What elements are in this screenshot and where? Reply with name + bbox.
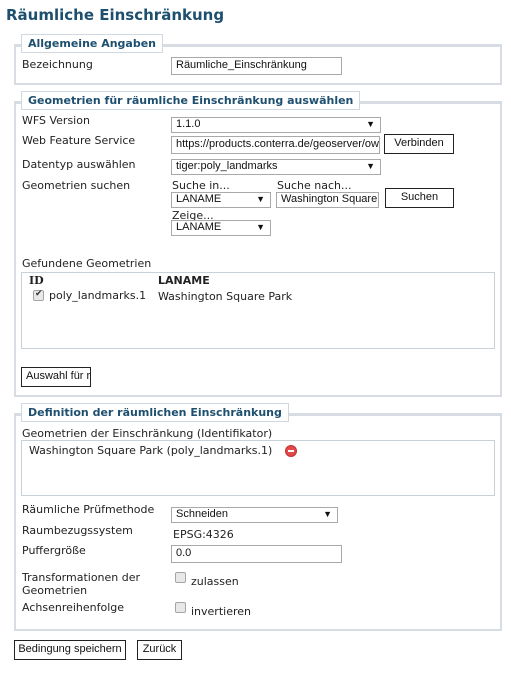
page-title: Räumliche Einschränkung [6,6,225,24]
column-header-laname: LANAME [158,274,210,287]
row-id: poly_landmarks.1 [49,289,147,302]
chevron-down-icon: ▼ [323,509,332,519]
search-button[interactable]: Suchen [385,188,454,208]
wfs-version-value: 1.1.0 [176,118,201,130]
found-label: Gefundene Geometrien [22,257,152,270]
method-label: Räumliche Prüfmethode [22,503,155,516]
show-value: LANAME [176,221,222,233]
definition-legend: Definition der räumlichen Einschränkung [21,403,289,422]
crs-value: EPSG:4326 [173,528,234,541]
transform-label-line2: Geometrien [22,584,88,597]
search-label: Geometrien suchen [22,179,131,192]
axis-checkbox[interactable] [175,602,186,613]
search-in-value: LANAME [176,193,222,205]
row-laname: Washington Square Park [158,290,293,303]
buffer-input[interactable]: 0.0 [171,545,342,563]
connect-button[interactable]: Verbinden [384,134,454,154]
results-table: ID LANAME poly_landmarks.1 Washington Sq… [21,272,495,349]
name-input[interactable]: Räumliche_Einschränkung [171,57,342,75]
row-checkbox[interactable] [33,289,44,301]
wfs-url-input[interactable]: https://products.conterra.de/geoserver/o… [171,136,380,154]
datatype-value: tiger:poly_landmarks [176,160,278,172]
geometry-item-text: Washington Square Park (poly_landmarks.1… [29,444,273,457]
search-for-label: Suche nach... [277,179,352,192]
chevron-down-icon: ▼ [366,161,375,171]
column-header-id: ID [29,274,44,287]
remove-icon[interactable] [285,445,297,457]
wfs-label: Web Feature Service [22,134,136,147]
chevron-down-icon: ▼ [256,194,265,204]
search-for-input[interactable]: Washington Square P [276,192,379,208]
buffer-label: Puffergröße [22,544,86,557]
transform-option-label: zulassen [191,575,239,588]
transform-checkbox[interactable] [175,572,186,583]
geometries-label: Geometrien der Einschränkung (Identifika… [22,427,273,440]
search-in-select[interactable]: LANAME ▼ [171,192,271,208]
method-value: Schneiden [176,508,228,520]
chevron-down-icon: ▼ [366,119,375,129]
search-in-label: Suche in... [172,179,230,192]
back-button[interactable]: Zurück [137,640,182,660]
save-condition-button[interactable]: Bedingung speichern [14,640,126,660]
chevron-down-icon: ▼ [256,222,265,232]
datatype-label: Datentyp auswählen [22,158,136,171]
axis-label: Achsenreihenfolge [22,601,125,614]
transform-label-line1: Transformationen der [22,571,141,584]
crs-label: Raumbezugssystem [22,524,133,537]
method-select[interactable]: Schneiden ▼ [171,507,338,523]
show-select[interactable]: LANAME ▼ [171,220,271,236]
apply-selection-button[interactable]: Auswahl für r [21,367,91,387]
select-geometries-legend: Geometrien für räumliche Einschränkung a… [21,91,361,110]
datatype-select[interactable]: tiger:poly_landmarks ▼ [171,159,381,175]
name-label: Bezeichnung [22,58,93,71]
wfs-version-label: WFS Version [22,114,90,127]
geometries-list: Washington Square Park (poly_landmarks.1… [21,440,495,496]
axis-option-label: invertieren [191,605,251,618]
general-legend: Allgemeine Angaben [21,34,164,53]
wfs-version-select[interactable]: 1.1.0 ▼ [171,117,381,133]
